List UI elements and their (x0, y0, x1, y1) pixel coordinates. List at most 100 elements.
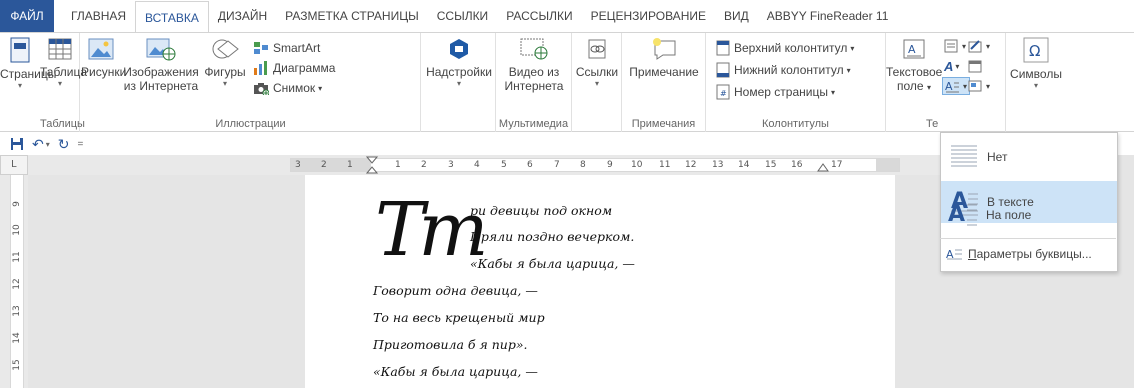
chevron-down-icon: ▾ (850, 43, 855, 53)
tab-layout[interactable]: РАЗМЕТКА СТРАНИЦЫ (276, 0, 428, 32)
dropcap-margin-option[interactable]: A На поле (940, 195, 1116, 235)
ruler-number: 6 (527, 160, 533, 170)
dropcap-none-option[interactable]: Нет (941, 135, 1117, 179)
pictures-label: Рисунки (81, 65, 127, 79)
dropcap-letter[interactable]: Тт (375, 193, 489, 267)
pictures-button[interactable]: Рисунки (81, 37, 126, 79)
chevron-down-icon[interactable]: ▾ (46, 140, 50, 149)
tables-group: Таблица ▾ Таблицы (40, 33, 87, 132)
text-line[interactable]: ри девицы под окном (470, 203, 612, 218)
comment-button[interactable]: Примечание (622, 37, 706, 79)
tab-insert[interactable]: ВСТАВКА (135, 0, 209, 34)
horizontal-ruler: L 3 2 1 1 2 3 4 5 6 7 8 9 10 11 12 13 14… (0, 155, 940, 175)
dropcap-margin-label: На поле (986, 208, 1032, 222)
tab-selector[interactable]: L (0, 155, 28, 175)
document-page[interactable]: Тт ри девицы под окном Пряли поздно вече… (305, 175, 895, 388)
chevron-down-icon: ▾ (846, 65, 851, 75)
chevron-down-icon: ▾ (986, 41, 991, 51)
tab-view[interactable]: ВИД (715, 0, 758, 32)
date-time-button[interactable] (968, 57, 986, 75)
text-line[interactable]: То на весь крещеный мир (373, 310, 545, 325)
svg-text:#: # (720, 89, 727, 98)
comments-group-label: Примечания (631, 118, 696, 130)
online-picture-icon (146, 38, 176, 61)
online-pictures-label-2: из Интернета (123, 79, 199, 93)
links-button[interactable]: Ссылки ▾ (572, 37, 622, 89)
dropcap-none-label: Нет (987, 150, 1008, 164)
footer-button[interactable]: Нижний колонтитул ▾ (716, 61, 851, 79)
chevron-down-icon: ▾ (456, 79, 461, 88)
smartart-icon (254, 42, 268, 54)
dropcap-button[interactable]: A ▾ (942, 77, 971, 95)
chevron-down-icon: ▾ (962, 41, 967, 51)
right-indent-marker-icon[interactable] (817, 162, 829, 172)
page-number-button[interactable]: # Номер страницы ▾ (716, 83, 835, 101)
redo-icon[interactable]: ↻ (58, 136, 70, 153)
header-footer-group-label: Колонтитулы (762, 118, 829, 130)
wordart-button[interactable]: A ▾ (944, 57, 959, 75)
addins-button[interactable]: Надстройки ▾ (422, 37, 496, 89)
ruler-number: 1 (395, 160, 401, 170)
ruler-left-margin (291, 159, 371, 171)
chevron-down-icon: ▾ (594, 79, 599, 88)
dropcap-options-item[interactable]: A Параметры буквицы... (940, 242, 1116, 266)
tab-design[interactable]: ДИЗАЙН (209, 0, 276, 32)
ruler-number: 3 (448, 160, 454, 170)
ruler-number: 4 (474, 160, 480, 170)
symbols-label: Символы (1010, 67, 1062, 81)
screenshot-button[interactable]: Снимок ▾ (253, 79, 322, 97)
chevron-down-icon: ▾ (17, 81, 22, 90)
shapes-button[interactable]: Фигуры ▾ (201, 37, 249, 89)
dropcap-icon: A (945, 80, 959, 93)
tab-references[interactable]: ССЫЛКИ (428, 0, 497, 32)
text-group-label: Те (926, 118, 939, 130)
svg-text:A: A (945, 80, 953, 93)
tab-mailings[interactable]: РАССЫЛКИ (497, 0, 581, 32)
header-button[interactable]: Верхний колонтитул ▾ (716, 39, 854, 57)
links-label: Ссылки (575, 65, 619, 79)
header-footer-group: Верхний колонтитул ▾ Нижний колонтитул ▾… (706, 33, 886, 132)
indent-marker-icon[interactable] (366, 156, 378, 174)
chevron-down-icon: ▾ (986, 81, 991, 91)
dropcap-options-icon: A (946, 248, 962, 261)
text-line[interactable]: Говорит одна девица, — (373, 283, 538, 298)
online-video-label-1: Видео из (508, 65, 560, 79)
tab-home[interactable]: ГЛАВНАЯ (62, 0, 135, 32)
wordart-icon: A (944, 58, 954, 74)
text-line[interactable]: Приготовила б я пир». (373, 337, 527, 352)
text-line[interactable]: «Кабы я была царица, — (470, 256, 635, 271)
tab-file[interactable]: ФАЙЛ (0, 0, 54, 32)
online-video-button[interactable]: Видео из Интернета (496, 37, 572, 93)
ruler-number: 2 (321, 160, 327, 170)
header-label: Верхний колонтитул (734, 41, 848, 55)
shapes-icon (212, 39, 239, 59)
customize-qat-icon[interactable]: = (77, 139, 83, 150)
tab-review[interactable]: РЕЦЕНЗИРОВАНИЕ (582, 0, 715, 32)
text-line[interactable]: Пряли поздно вечерком. (470, 229, 634, 244)
save-icon[interactable] (10, 137, 24, 151)
online-pictures-button[interactable]: Изображения из Интернета (121, 37, 201, 93)
chevron-down-icon: ▾ (926, 83, 931, 92)
undo-icon[interactable]: ↶ (32, 136, 44, 153)
signature-line-button[interactable]: ▾ (968, 37, 990, 55)
store-icon (450, 39, 468, 59)
text-line[interactable]: «Кабы я была царица, — (373, 364, 538, 379)
object-icon (968, 80, 982, 92)
quick-parts-button[interactable]: ▾ (944, 37, 966, 55)
table-label: Таблица (40, 65, 88, 79)
object-button[interactable]: ▾ (968, 77, 990, 95)
textbox-button[interactable]: A Текстовое поле ▾ (886, 37, 942, 95)
chevron-down-icon: ▾ (1033, 81, 1038, 90)
text-group: A Текстовое поле ▾ ▾ ▾ A ▾ A ▾ ▾ Те (886, 33, 1006, 132)
smartart-button[interactable]: SmartArt (253, 39, 320, 57)
pages-button[interactable]: Страницы ▾ (0, 37, 56, 91)
footer-icon (716, 62, 730, 78)
symbols-button[interactable]: Ω Символы ▾ (1006, 37, 1066, 91)
ribbon: Страницы ▾ Таблица ▾ Таблицы Рисунки Изо… (0, 32, 1134, 132)
chart-button[interactable]: Диаграмма (253, 59, 335, 77)
ruler-number: 15 (765, 160, 777, 170)
tab-abbyy[interactable]: ABBYY FineReader 11 (758, 0, 898, 32)
table-button[interactable]: Таблица ▾ (40, 37, 87, 89)
smartart-label: SmartArt (273, 41, 321, 55)
addins-group: Надстройки ▾ (422, 33, 496, 132)
